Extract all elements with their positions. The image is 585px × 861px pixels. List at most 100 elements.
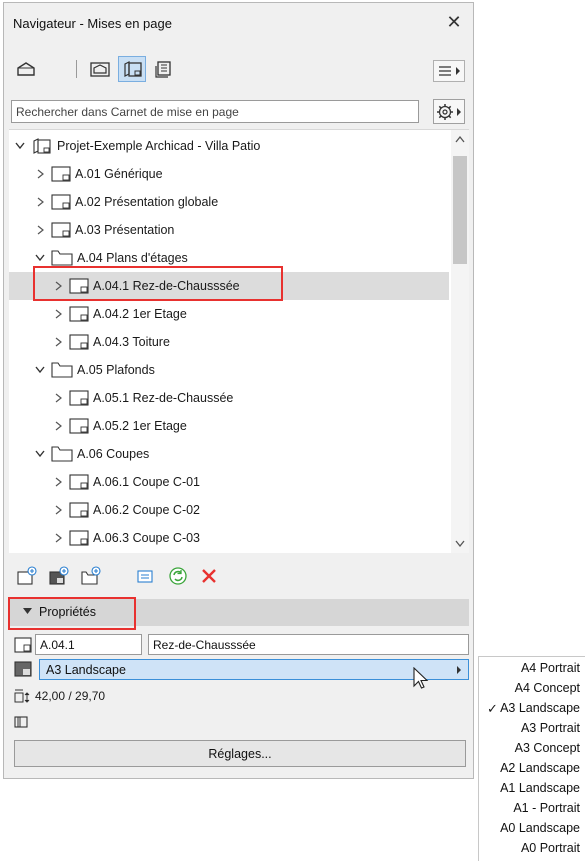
tree-item[interactable]: A.06.3 Coupe C-03 [9,524,449,552]
delete-icon [202,569,216,583]
dropdown-option[interactable]: A0 Landscape [500,821,580,841]
layout-book-icon [124,61,142,77]
tree-item-label: A.06.2 Coupe C-02 [93,503,201,517]
dropdown-option[interactable]: A0 Portrait [521,841,580,861]
layout-icon [51,222,71,238]
chevron-down-icon[interactable] [35,253,45,263]
dropdown-option[interactable]: A3 Concept [515,741,580,761]
tree-item[interactable]: A.02 Présentation globale [9,188,449,216]
properties-list-button[interactable] [134,565,156,587]
scrollbar-thumb[interactable] [453,156,467,264]
layout-icon [69,418,89,434]
master-layout-select[interactable]: A3 Landscape [39,659,469,680]
chevron-right-icon[interactable] [54,505,64,515]
hamburger-menu-icon [438,66,451,76]
tree-item[interactable]: A.03 Présentation [9,216,449,244]
tree-item[interactable]: A.05.2 1er Etage [9,412,449,440]
dropdown-option[interactable]: A3 Portrait [521,721,580,741]
dropdown-option[interactable]: A1 - Portrait [513,801,580,821]
layout-id-field[interactable] [35,634,142,655]
mouse-cursor-icon [413,667,429,689]
tree-item[interactable]: A.05.1 Rez-de-Chaussée [9,384,449,412]
tree-item[interactable]: A.01 Générique [9,160,449,188]
new-layout-button[interactable] [16,565,38,587]
delete-button[interactable] [198,565,220,587]
folder-icon [51,362,73,378]
master-layout-dropdown: A4 Portrait A4 Concept ✓ A3 Landscape A3… [478,656,585,861]
layout-actions-bar [4,555,473,595]
new-subset-button[interactable] [80,565,102,587]
view-map-icon [90,62,110,77]
chevron-right-icon[interactable] [54,309,64,319]
chevron-right-icon[interactable] [54,337,64,347]
tree-item-label: A.03 Présentation [75,223,175,237]
new-master-layout-icon [49,566,69,585]
layout-id-icon [14,637,32,656]
scroll-down-arrow-icon[interactable] [455,540,465,547]
chevron-right-icon[interactable] [54,421,64,431]
chevron-right-icon[interactable] [54,533,64,543]
chevron-right-icon[interactable] [54,477,64,487]
tree-item-label: A.06.1 Coupe C-01 [93,475,201,489]
new-master-layout-button[interactable] [48,565,70,587]
tree-item[interactable]: A.06.2 Coupe C-02 [9,496,449,524]
scroll-up-arrow-icon[interactable] [455,136,465,143]
layout-name-field[interactable] [148,634,469,655]
layout-book-tree: Projet-Exemple Archicad - Villa Patio A.… [9,129,469,553]
dropdown-option[interactable]: A4 Portrait [521,661,580,681]
layout-book-icon [31,138,53,154]
view-toolbar [4,48,473,88]
settings-button[interactable]: Réglages... [14,740,466,767]
tree-item[interactable]: A.04.3 Toiture [9,328,449,356]
tree-item-label: A.05.2 1er Etage [93,419,187,433]
layout-book-button[interactable] [118,56,146,82]
tree-scrollbar[interactable] [451,130,469,553]
tree-item-selected[interactable]: A.04.1 Rez-de-Chausssée [9,272,449,300]
layout-icon [69,502,89,518]
dropdown-option-selected[interactable]: A3 Landscape [500,701,580,721]
project-map-button[interactable] [12,56,40,82]
tree-item-label: A.04.1 Rez-de-Chausssée [93,279,240,293]
layout-icon [51,194,71,210]
book-settings-icon [14,715,30,732]
chevron-right-icon[interactable] [36,197,46,207]
chevron-down-icon[interactable] [35,449,45,459]
chevron-right-icon[interactable] [36,169,46,179]
chevron-right-icon[interactable] [54,281,64,291]
toolbar-separator [76,60,77,78]
tree-item-label: A.06.3 Coupe C-03 [93,531,201,545]
chevron-down-icon[interactable] [15,141,25,151]
tree-folder[interactable]: A.04 Plans d'étages [9,244,449,272]
properties-header[interactable]: Propriétés [9,599,469,626]
tree-folder[interactable]: A.05 Plafonds [9,356,449,384]
tree-item-label: A.05 Plafonds [77,363,155,377]
tree-folder[interactable]: A.06 Coupes [9,440,449,468]
search-input[interactable] [11,100,419,123]
update-button[interactable] [167,565,189,587]
search-options-button[interactable] [433,99,465,124]
window-title: Navigateur - Mises en page [13,16,172,31]
properties-label: Propriétés [39,605,96,619]
chevron-down-icon[interactable] [35,365,45,375]
title-bar: Navigateur - Mises en page ✕ [4,3,473,43]
tree-root[interactable]: Projet-Exemple Archicad - Villa Patio [9,132,449,160]
chevron-right-icon[interactable] [54,393,64,403]
dropdown-option[interactable]: A4 Concept [515,681,580,701]
collapse-triangle-icon[interactable] [23,608,32,615]
play-arrow-icon [455,67,460,75]
chevron-right-icon[interactable] [36,225,46,235]
dropdown-option[interactable]: A1 Landscape [500,781,580,801]
navigator-menu-button[interactable] [433,60,465,82]
layout-icon [69,278,89,294]
view-map-button[interactable] [86,56,114,82]
layout-icon [51,166,71,182]
new-layout-icon [17,566,37,585]
close-button[interactable]: ✕ [445,12,463,32]
tree-item[interactable]: A.06.1 Coupe C-01 [9,468,449,496]
tree-item[interactable]: A.04.2 1er Etage [9,300,449,328]
project-map-icon [17,62,35,76]
publisher-sets-button[interactable] [150,56,178,82]
tree-item-label: A.04.3 Toiture [93,335,170,349]
dropdown-option[interactable]: A2 Landscape [500,761,580,781]
update-icon [169,567,187,585]
